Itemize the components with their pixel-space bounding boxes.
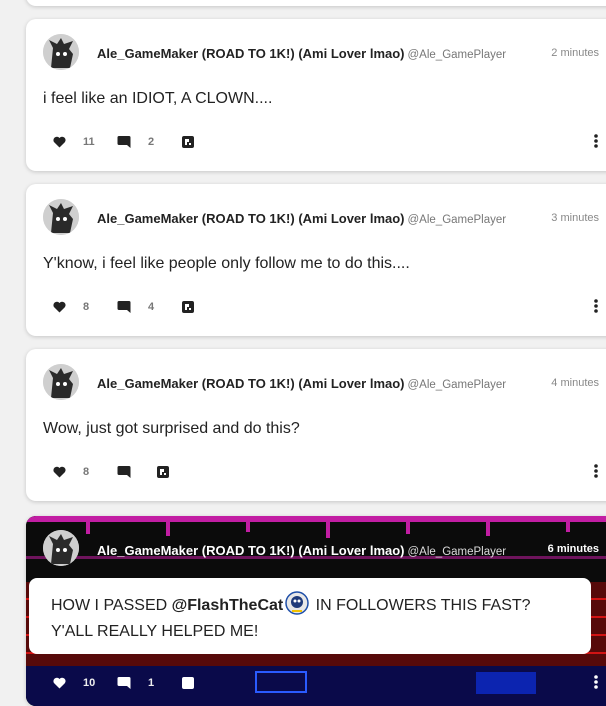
more-vertical-icon [594, 464, 598, 478]
avatar[interactable] [43, 34, 79, 70]
like-button[interactable]: 8 [53, 464, 89, 480]
remix-button[interactable] [181, 134, 195, 150]
like-count: 11 [83, 136, 95, 148]
comment-button[interactable]: 1 [117, 675, 154, 691]
mention-link[interactable]: @FlashTheCat [172, 597, 284, 614]
post-card[interactable]: Ale_GameMaker (ROAD TO 1K!) (Ami Lover l… [26, 19, 606, 171]
author-handle[interactable]: @Ale_GamePlayer [408, 49, 507, 61]
author-handle[interactable]: @Ale_GamePlayer [408, 546, 507, 558]
post-text: HOW I PASSED @FlashTheCat IN FOLLOWERS T… [51, 591, 591, 645]
more-vertical-icon [594, 134, 598, 148]
avatar[interactable] [43, 530, 79, 566]
comment-count: 4 [148, 301, 155, 313]
comment-icon [117, 677, 131, 689]
post-actions: 8 [53, 464, 606, 480]
more-options-button[interactable] [594, 675, 598, 694]
post-timestamp: 6 minutes [547, 543, 599, 555]
post-timestamp: 4 minutes [551, 377, 599, 389]
comment-button[interactable]: 4 [117, 299, 154, 315]
flashthecat-emoji-icon [285, 591, 309, 615]
more-vertical-icon [594, 299, 598, 313]
like-button[interactable]: 11 [53, 134, 95, 150]
more-options-button[interactable] [594, 299, 598, 318]
like-count: 8 [83, 466, 90, 478]
avatar[interactable] [43, 199, 79, 235]
author-name[interactable]: Ale_GameMaker (ROAD TO 1K!) (Ami Lover l… [97, 376, 506, 391]
author-handle[interactable]: @Ale_GamePlayer [408, 214, 507, 226]
post-text-bubble: HOW I PASSED @FlashTheCat IN FOLLOWERS T… [29, 578, 591, 654]
post-actions: 10 1 [53, 675, 606, 691]
author-name[interactable]: Ale_GameMaker (ROAD TO 1K!) (Ami Lover l… [97, 211, 506, 226]
previous-post-card [26, 0, 606, 6]
remix-icon [182, 677, 194, 689]
post-actions: 11 2 [53, 134, 606, 150]
remix-button[interactable] [181, 299, 195, 315]
like-count: 8 [83, 301, 90, 313]
post-timestamp: 2 minutes [551, 47, 599, 59]
comment-count: 1 [148, 677, 155, 689]
remix-icon [157, 466, 169, 478]
post-text: i feel like an IDIOT, A CLOWN.... [43, 90, 273, 107]
remix-icon [182, 136, 194, 148]
comment-button[interactable]: 2 [117, 134, 154, 150]
comment-icon [117, 301, 131, 313]
heart-icon [53, 301, 66, 313]
comment-icon [117, 136, 131, 148]
like-button[interactable]: 8 [53, 299, 89, 315]
more-options-button[interactable] [594, 464, 598, 483]
post-card[interactable]: Ale_GameMaker (ROAD TO 1K!) (Ami Lover l… [26, 184, 606, 336]
comment-icon [117, 466, 131, 478]
remix-icon [182, 301, 194, 313]
more-options-button[interactable] [594, 134, 598, 153]
post-card-themed[interactable]: Ale_GameMaker (ROAD TO 1K!) (Ami Lover l… [26, 516, 606, 706]
heart-icon [53, 677, 66, 689]
heart-icon [53, 466, 66, 478]
remix-button[interactable] [156, 464, 170, 480]
author-handle[interactable]: @Ale_GamePlayer [408, 379, 507, 391]
author-name[interactable]: Ale_GameMaker (ROAD TO 1K!) (Ami Lover l… [97, 543, 506, 558]
post-card[interactable]: Ale_GameMaker (ROAD TO 1K!) (Ami Lover l… [26, 349, 606, 501]
heart-icon [53, 136, 66, 148]
comment-count: 2 [148, 136, 155, 148]
post-text: Wow, just got surprised and do this? [43, 420, 300, 437]
like-count: 10 [83, 677, 96, 689]
remix-button[interactable] [181, 675, 195, 691]
more-vertical-icon [594, 675, 598, 689]
comment-button[interactable] [117, 464, 131, 480]
like-button[interactable]: 10 [53, 675, 95, 691]
post-actions: 8 4 [53, 299, 606, 315]
post-timestamp: 3 minutes [551, 212, 599, 224]
author-name[interactable]: Ale_GameMaker (ROAD TO 1K!) (Ami Lover l… [97, 46, 506, 61]
post-text: Y'know, i feel like people only follow m… [43, 255, 410, 272]
avatar[interactable] [43, 364, 79, 400]
